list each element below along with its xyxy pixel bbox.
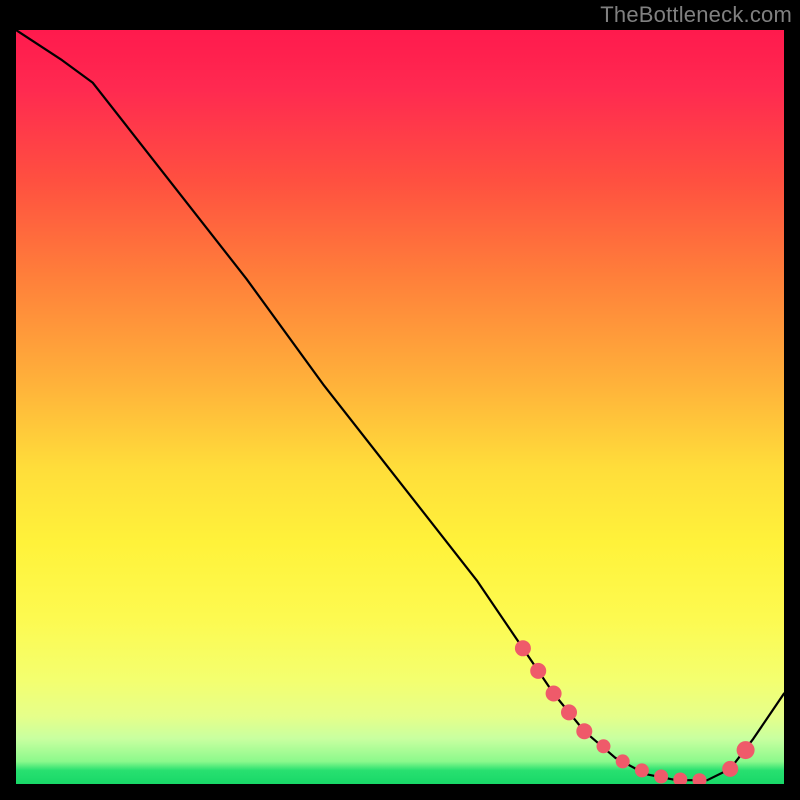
marker-point (576, 723, 592, 739)
bottleneck-curve (16, 30, 784, 780)
marker-point (561, 704, 577, 720)
chart-frame: TheBottleneck.com (0, 0, 800, 800)
marker-point (693, 773, 707, 784)
watermark-text: TheBottleneck.com (600, 2, 792, 28)
marker-point (546, 686, 562, 702)
marker-point (616, 754, 630, 768)
marker-point (737, 741, 755, 759)
marker-point (722, 761, 738, 777)
highlight-markers (515, 640, 755, 784)
chart-svg (16, 30, 784, 784)
marker-point (654, 770, 668, 784)
marker-point (635, 763, 649, 777)
marker-point (673, 773, 687, 785)
marker-point (530, 663, 546, 679)
marker-point (515, 640, 531, 656)
plot-area (16, 30, 784, 784)
marker-point (597, 739, 611, 753)
